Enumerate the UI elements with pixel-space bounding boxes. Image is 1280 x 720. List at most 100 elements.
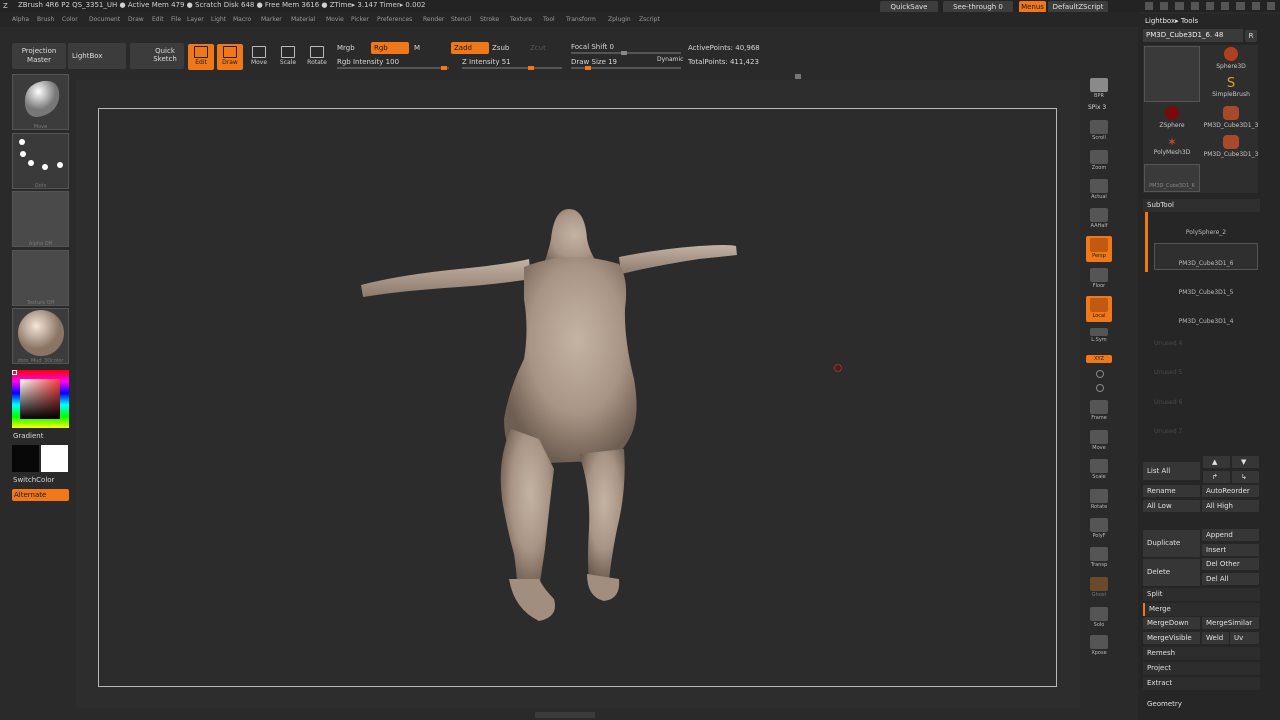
draw-size-slider[interactable] (571, 66, 681, 70)
delete-button[interactable]: Delete (1143, 559, 1200, 586)
canvas-scroll-handle[interactable] (535, 712, 595, 718)
move-button[interactable]: Move (246, 44, 272, 70)
solo-button[interactable]: Solo (1086, 605, 1112, 631)
xyz-button[interactable]: XYZ (1086, 355, 1112, 363)
subtool-slot-3[interactable]: PM3D_Cube3D1_5 (1154, 273, 1258, 300)
insert-button[interactable]: Insert (1202, 544, 1259, 556)
menu-stroke[interactable]: Stroke (480, 16, 499, 23)
canvas-frame[interactable] (98, 108, 1057, 687)
subtool-slot-2-selected[interactable]: PM3D_Cube3D1_6 (1154, 243, 1258, 270)
ghost-button[interactable]: Ghost (1086, 575, 1112, 601)
uv-button[interactable]: Uv (1230, 632, 1259, 644)
main-color-swatch[interactable] (12, 445, 39, 472)
menu-render[interactable]: Render (423, 16, 444, 23)
focal-shift-slider[interactable] (571, 51, 681, 55)
tool-pm3d-cube-c[interactable]: PM3D_Cube3D1_6 (1144, 164, 1200, 192)
menu-movie[interactable]: Movie (326, 16, 344, 23)
help-icon[interactable] (1145, 2, 1154, 10)
menu-edit[interactable]: Edit (152, 16, 164, 23)
aahalf-button[interactable]: AAHalf (1086, 206, 1112, 232)
menu-preferences[interactable]: Preferences (377, 16, 412, 23)
scale-button[interactable]: Scale (275, 44, 301, 70)
del-all-button[interactable]: Del All (1202, 573, 1259, 585)
rgb-button[interactable]: Rgb (371, 42, 409, 54)
subtool-header[interactable]: SubTool (1143, 199, 1260, 212)
layout-icon[interactable] (1160, 2, 1169, 10)
xpose-button[interactable]: Xpose (1086, 633, 1112, 659)
merge-section[interactable]: Merge (1143, 603, 1260, 616)
zcut-button[interactable]: Zcut (530, 44, 546, 52)
draw-button[interactable]: Draw (217, 44, 243, 70)
all-high-button[interactable]: All High (1202, 500, 1259, 512)
projection-master-button[interactable]: Projection Master (12, 43, 66, 69)
subtool-slot-7[interactable]: Unused 6 (1154, 399, 1258, 426)
zadd-button[interactable]: Zadd (451, 42, 489, 54)
rotate-y-icon[interactable] (1096, 370, 1104, 378)
bpr-button[interactable]: BPR (1086, 76, 1112, 102)
move-up-button[interactable]: ↱ (1203, 471, 1230, 483)
project-section[interactable]: Project (1143, 662, 1260, 675)
menu-layer[interactable]: Layer (187, 16, 204, 23)
tool-simplebrush[interactable]: S SimpleBrush (1203, 77, 1259, 105)
tool-pm3d-cube-b[interactable]: PM3D_Cube3D1_3 (1203, 135, 1259, 163)
tool-sphere3d[interactable]: Sphere3D (1203, 47, 1259, 75)
current-tool-slider[interactable]: PM3D_Cube3D1_6. 48 (1143, 29, 1243, 42)
edit-button[interactable]: Edit (188, 44, 214, 70)
r-button[interactable]: R (1245, 30, 1257, 42)
list-all-button[interactable]: List All (1143, 462, 1200, 480)
stroke-thumbnail[interactable] (12, 133, 69, 189)
floor-button[interactable]: Floor (1086, 266, 1112, 292)
arrow-up-button[interactable]: ▲ (1203, 456, 1230, 468)
append-button[interactable]: Append (1202, 529, 1259, 541)
menu-stencil[interactable]: Stencil (451, 16, 471, 23)
lightbox-tools-header[interactable]: Lightbox▸ Tools (1145, 17, 1198, 25)
menu-zplugin[interactable]: Zplugin (608, 16, 631, 23)
scroll-button[interactable]: Scroll (1086, 118, 1112, 144)
move-view-button[interactable]: Move (1086, 428, 1112, 454)
menu-draw[interactable]: Draw (128, 16, 144, 23)
rgb-intensity-slider[interactable] (337, 66, 449, 70)
subtool-slot-4[interactable]: PM3D_Cube3D1_4 (1154, 302, 1258, 329)
alternate-button[interactable]: Alternate (12, 489, 69, 501)
alpha-thumbnail[interactable] (12, 191, 69, 247)
menu-tool[interactable]: Tool (543, 16, 555, 23)
rotate-view-button[interactable]: Rotate (1086, 487, 1112, 513)
lsym-button[interactable]: L.Sym (1086, 326, 1112, 352)
shelf-resize-handle[interactable] (795, 74, 801, 79)
menu-color[interactable]: Color (62, 16, 78, 23)
minimize-icon[interactable] (1236, 2, 1245, 10)
zsub-button[interactable]: Zsub (492, 44, 509, 52)
subtool-slot-8[interactable]: Unused 7 (1154, 428, 1258, 455)
tool-thumb-current[interactable] (1144, 46, 1200, 102)
mrgb-button[interactable]: Mrgb (337, 44, 355, 52)
weld-button[interactable]: Weld (1202, 632, 1229, 644)
maximize-icon[interactable] (1251, 2, 1260, 10)
dynamic-button[interactable]: Dynamic (657, 56, 683, 63)
autoreorder-button[interactable]: AutoReorder (1202, 485, 1259, 497)
slider-knob[interactable] (621, 51, 627, 55)
tool-pm3d-cube-a[interactable]: PM3D_Cube3D1_3 (1203, 106, 1259, 134)
secondary-color-swatch[interactable] (41, 445, 68, 472)
z-intensity-slider[interactable] (462, 66, 562, 70)
color-picker[interactable] (12, 370, 69, 428)
menu-macro[interactable]: Macro (233, 16, 251, 23)
local-button[interactable]: Local (1086, 296, 1112, 322)
move-down-button[interactable]: ↳ (1232, 471, 1259, 483)
color-square[interactable] (20, 379, 60, 419)
extract-section[interactable]: Extract (1143, 677, 1260, 690)
duplicate-button[interactable]: Duplicate (1143, 530, 1200, 557)
menu-file[interactable]: File (171, 16, 181, 23)
menu-brush[interactable]: Brush (37, 16, 54, 23)
transp-button[interactable]: Transp (1086, 545, 1112, 571)
subtool-slot-1[interactable]: PolySphere_2 (1154, 213, 1258, 240)
menu-zscript[interactable]: Zscript (639, 16, 660, 23)
brush-thumbnail[interactable] (12, 74, 69, 130)
tool-polymesh3d[interactable]: ✶ PolyMesh3D (1144, 135, 1200, 163)
menu-document[interactable]: Document (89, 16, 120, 23)
menu-material[interactable]: Material (291, 16, 315, 23)
actual-button[interactable]: Actual (1086, 177, 1112, 203)
mergevisible-button[interactable]: MergeVisible (1143, 632, 1200, 644)
lock-icon[interactable] (1221, 2, 1230, 10)
lightbox-button[interactable]: LightBox (68, 43, 126, 69)
model-render[interactable] (99, 109, 1058, 688)
